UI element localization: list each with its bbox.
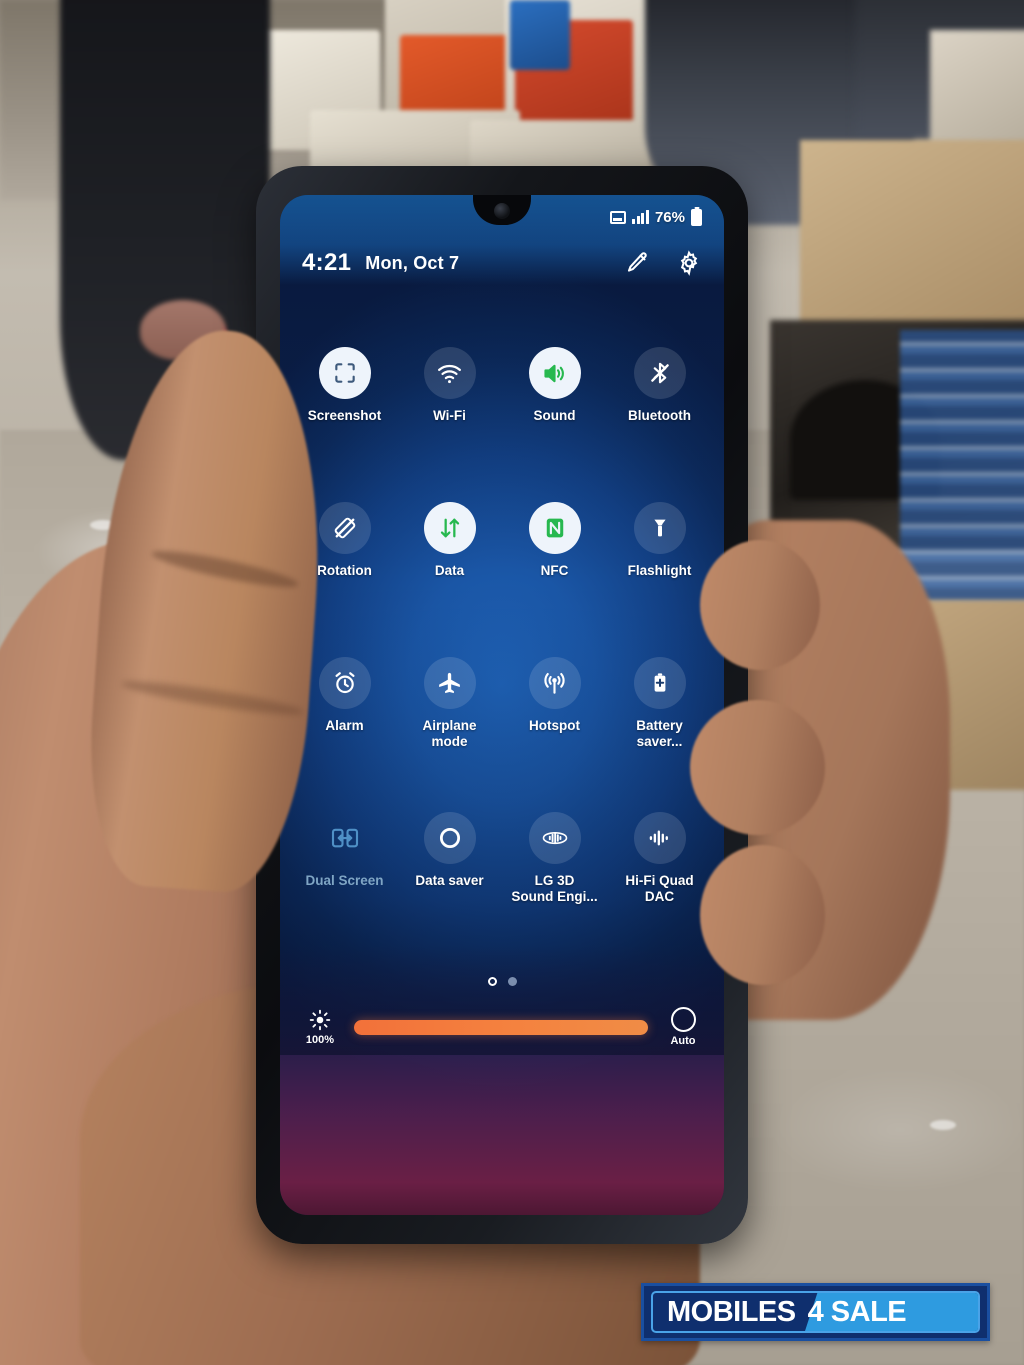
screenshot-icon [318, 347, 371, 399]
hotspot-icon [528, 657, 581, 709]
hand-finger [690, 700, 825, 835]
battery-saver-icon [633, 657, 686, 709]
page-dot-active[interactable] [487, 977, 497, 986]
tile-wifi[interactable]: Wi-Fi [397, 337, 502, 492]
quick-settings-tile-grid: Screenshot Wi-Fi Sound Bluetooth Rotatio… [280, 337, 724, 957]
tile-hifi-quad-dac[interactable]: Hi-Fi Quad DAC [607, 802, 712, 957]
tile-label: LG 3D Sound Engi... [511, 873, 598, 904]
hand-finger [700, 540, 820, 670]
brightness-slider[interactable] [354, 1019, 648, 1035]
tile-label: Airplane mode [422, 718, 477, 749]
brightness-percent-label: 100% [305, 1033, 335, 1046]
tile-label: Screenshot [307, 408, 382, 423]
watermark-badge: MOBILES 4 SALE [641, 1283, 990, 1341]
tile-label: Bluetooth [628, 408, 691, 423]
hand-finger [700, 845, 825, 985]
tile-label: Flashlight [627, 563, 692, 578]
tile-bluetooth[interactable]: Bluetooth [607, 337, 712, 492]
dual-screen-icon [319, 812, 371, 864]
tile-label: Hi-Fi Quad DAC [625, 873, 694, 904]
watermark-text-secondary: 4 SALE [807, 1295, 907, 1328]
tile-flashlight[interactable]: Flashlight [607, 492, 712, 647]
status-bar: 76% [280, 195, 724, 239]
lg-3d-sound-icon [528, 812, 581, 864]
page-indicator [280, 977, 724, 986]
signal-bars-icon [632, 210, 649, 224]
notification-icon [610, 210, 627, 224]
battery-percent-label: 76% [654, 208, 685, 226]
tile-label: Wi-Fi [433, 408, 466, 423]
background-box [800, 140, 1024, 335]
edit-pencil-icon[interactable] [624, 250, 650, 276]
tile-label: Dual Screen [305, 873, 384, 888]
phone-device: 76% 4:21 Mon, Oct 7 Screenshot Wi-Fi Sou… [256, 166, 748, 1244]
sound-icon [528, 347, 581, 399]
tile-data[interactable]: Data [397, 492, 502, 647]
hifi-quad-dac-icon [633, 812, 686, 864]
photo-scene: 76% 4:21 Mon, Oct 7 Screenshot Wi-Fi Sou… [0, 0, 1024, 1365]
page-dot-inactive[interactable] [507, 977, 517, 986]
tile-label: Hotspot [529, 718, 580, 733]
tile-dual-screen[interactable]: Dual Screen [292, 802, 397, 957]
tile-label: Sound [533, 408, 576, 423]
airplane-icon [423, 657, 476, 709]
bluetooth-off-icon [633, 347, 686, 399]
background-carton [510, 0, 570, 70]
nfc-icon [528, 502, 581, 554]
header-actions [624, 250, 702, 276]
date-label: Mon, Oct 7 [365, 252, 460, 273]
brightness-auto-toggle[interactable]: Auto [660, 1007, 706, 1047]
tile-label: Data saver [415, 873, 484, 888]
alarm-clock-icon [318, 657, 371, 709]
tile-label: Battery saver... [636, 718, 683, 749]
wifi-icon [423, 347, 476, 399]
tile-label: Data [434, 563, 465, 578]
watermark-text-primary: MOBILES [667, 1295, 796, 1328]
tile-data-saver[interactable]: Data saver [397, 802, 502, 957]
brightness-icon [309, 1009, 331, 1030]
auto-brightness-icon [670, 1007, 696, 1032]
battery-icon [691, 208, 702, 226]
settings-gear-icon[interactable] [676, 250, 702, 276]
tile-label: Alarm [325, 718, 364, 733]
tile-airplane-mode[interactable]: Airplane mode [397, 647, 502, 802]
tile-label: Rotation [317, 563, 372, 578]
tile-sound[interactable]: Sound [502, 337, 607, 492]
tile-nfc[interactable]: NFC [502, 492, 607, 647]
phone-screen: 76% 4:21 Mon, Oct 7 Screenshot Wi-Fi Sou… [280, 195, 724, 1215]
tile-hotspot[interactable]: Hotspot [502, 647, 607, 802]
brightness-level: 100% [298, 1009, 342, 1046]
floor-speck [930, 1120, 956, 1130]
tile-label: NFC [540, 563, 569, 578]
brightness-control: 100% Auto [280, 1007, 724, 1047]
quick-settings-header: 4:21 Mon, Oct 7 [280, 249, 724, 277]
flashlight-icon [633, 502, 686, 554]
data-saver-icon [423, 812, 476, 864]
clock-label: 4:21 [302, 249, 352, 276]
auto-label: Auto [670, 1035, 696, 1047]
tile-lg-3d-sound-engine[interactable]: LG 3D Sound Engi... [502, 802, 607, 957]
watermark-inner-frame: MOBILES 4 SALE [651, 1291, 980, 1333]
rotation-lock-icon [318, 502, 371, 554]
mobile-data-icon [423, 502, 476, 554]
